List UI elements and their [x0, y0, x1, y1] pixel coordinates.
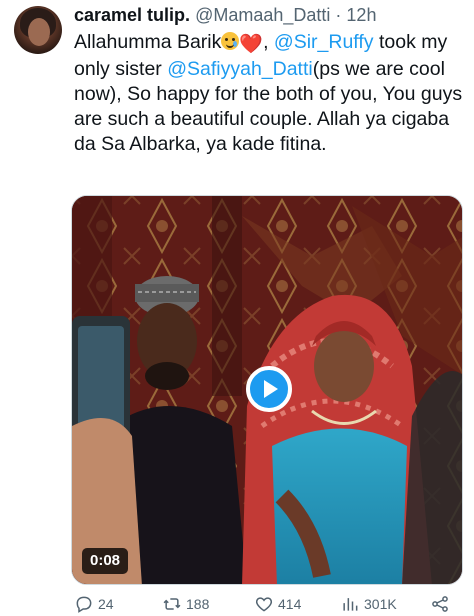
like-button[interactable]: 414: [254, 592, 301, 616]
smiling-tear-emoji-icon: [221, 32, 240, 50]
reply-icon: [76, 596, 92, 613]
views-button[interactable]: 301K: [340, 592, 397, 616]
mention-link[interactable]: @Safiyyah_Datti: [167, 58, 313, 80]
views-icon: [343, 598, 358, 611]
reply-button[interactable]: 24: [74, 592, 114, 616]
action-bar: 24 188 414 301K: [74, 592, 464, 616]
heart-icon: [255, 597, 273, 612]
separator-dot: ·: [335, 5, 342, 25]
like-count: 414: [278, 596, 302, 612]
share-button[interactable]: [430, 592, 454, 616]
play-icon: [264, 380, 278, 398]
video-player[interactable]: 0:08: [71, 195, 463, 585]
mention-link[interactable]: @Sir_Ruffy: [274, 31, 374, 53]
play-button[interactable]: [246, 366, 292, 412]
views-count: 301K: [364, 596, 397, 612]
retweet-count: 188: [186, 596, 210, 612]
tweet-header: caramel tulip. @Mamaah_Datti · 12h: [74, 4, 376, 26]
author-name[interactable]: caramel tulip.: [74, 5, 190, 25]
retweet-icon: [163, 598, 181, 610]
tweet-text-comma: ,: [263, 31, 274, 53]
author-handle[interactable]: @Mamaah_Datti: [195, 5, 330, 25]
video-duration: 0:08: [82, 548, 129, 574]
red-heart-emoji-icon: ❤️: [239, 34, 264, 55]
share-icon: [432, 596, 448, 612]
reply-count: 24: [98, 596, 114, 612]
timestamp[interactable]: 12h: [346, 5, 376, 25]
retweet-button[interactable]: 188: [162, 592, 209, 616]
avatar-face: [28, 18, 50, 46]
tweet-text: Allahumma Barik ❤️, @Sir_Ruffy took my on…: [74, 30, 466, 157]
avatar[interactable]: [14, 6, 62, 54]
tweet-text-part1: Allahumma Barik: [74, 31, 222, 53]
